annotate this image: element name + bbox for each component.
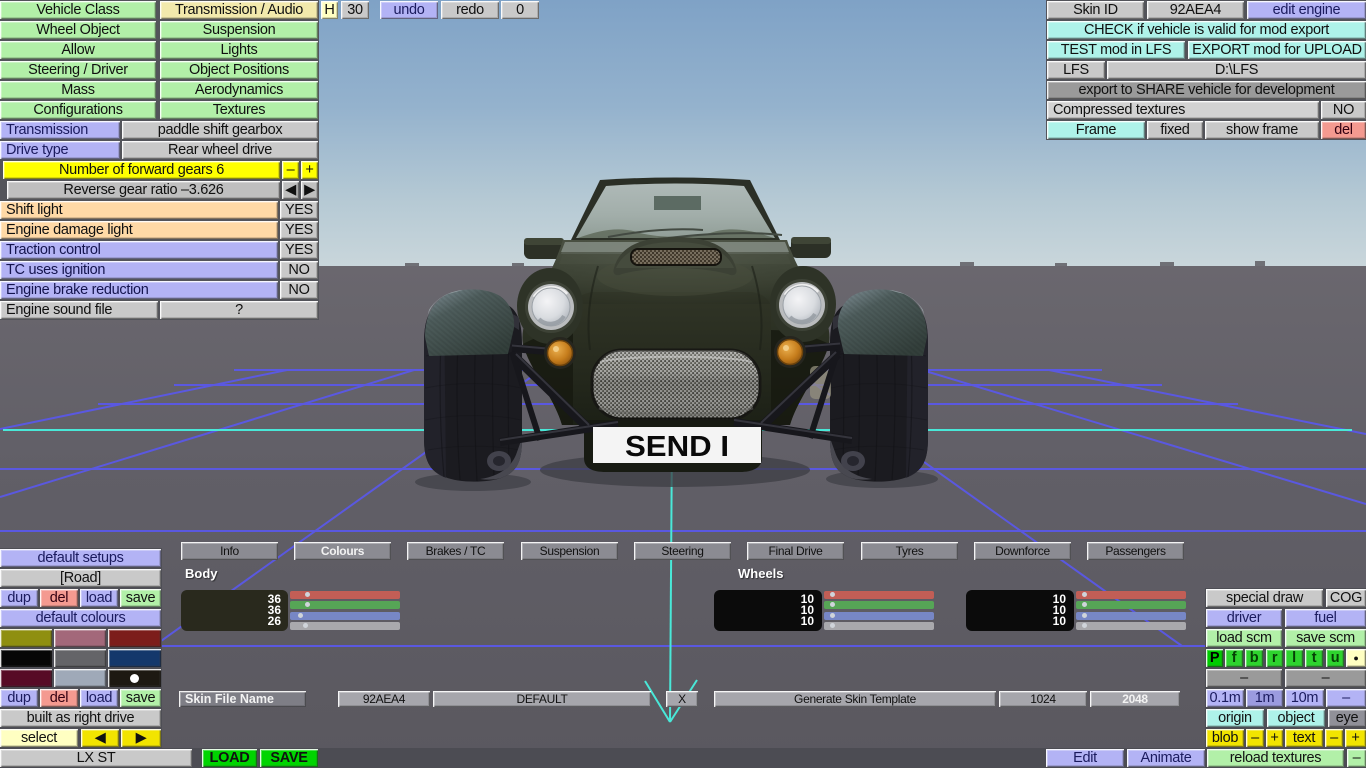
svg-text:SEND I: SEND I	[625, 431, 729, 463]
